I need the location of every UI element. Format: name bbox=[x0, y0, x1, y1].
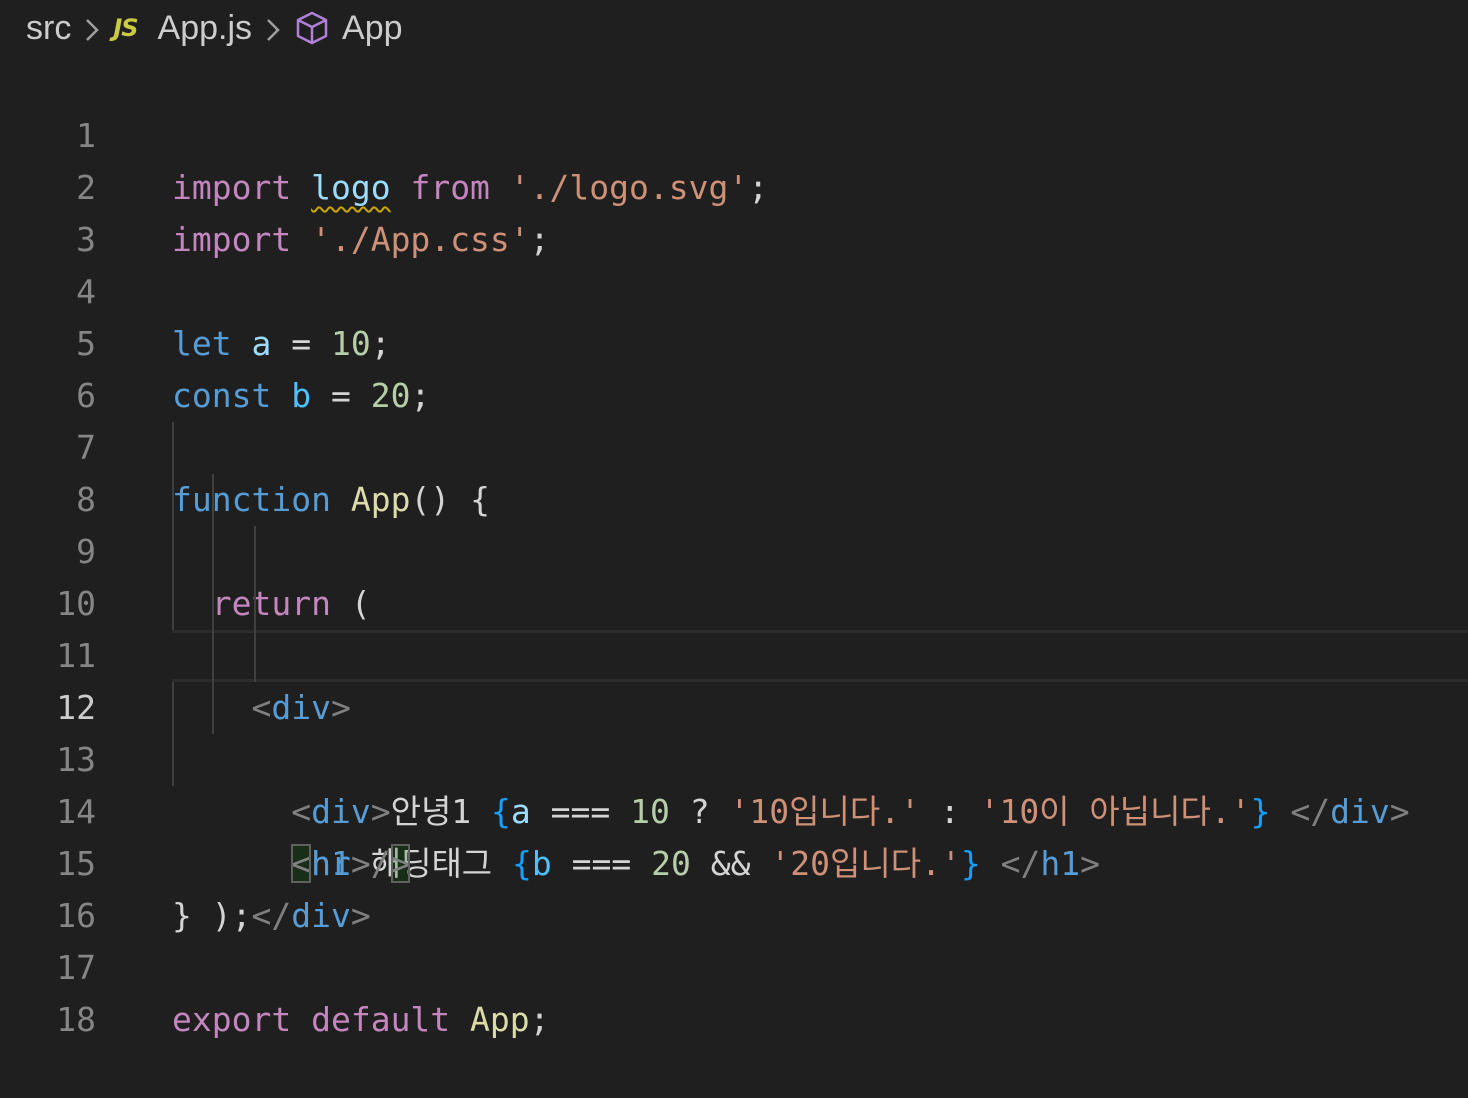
code-line[interactable]: 15 } bbox=[0, 786, 1468, 935]
token-punctuation: ; bbox=[529, 1000, 550, 1039]
indent-guide bbox=[212, 526, 214, 578]
code-editor[interactable]: 1 import logo from './logo.svg'; 2 impor… bbox=[0, 58, 1468, 1039]
indent-guide bbox=[254, 630, 256, 682]
chevron-right-icon bbox=[258, 9, 288, 48]
code-line[interactable]: 14 ); bbox=[0, 734, 1468, 935]
code-line[interactable]: 13 </div> bbox=[0, 682, 1468, 935]
breadcrumb-file[interactable]: JS App.js bbox=[113, 9, 252, 48]
token-function: App bbox=[470, 1000, 530, 1039]
code-line[interactable]: 10 <div>안녕1 {a === 10 ? '10입니다.' : '10이 … bbox=[0, 526, 1468, 831]
code-line[interactable]: 7 function App() { bbox=[0, 370, 1468, 519]
code-line-current[interactable]: 12 <hr /> bbox=[0, 630, 1468, 883]
code-line[interactable]: 6 bbox=[0, 318, 1468, 415]
indent-guide bbox=[172, 474, 174, 526]
indent-guide bbox=[172, 578, 174, 630]
breadcrumb-symbol-label: App bbox=[342, 8, 403, 47]
indent-guide bbox=[254, 526, 256, 578]
indent-guide bbox=[212, 474, 214, 526]
indent-guide bbox=[172, 734, 174, 786]
line-content: export default App; bbox=[172, 994, 550, 1046]
indent-guide bbox=[172, 682, 174, 734]
indent-guide bbox=[212, 682, 214, 734]
indent-guide bbox=[254, 578, 256, 630]
chevron-right-icon bbox=[77, 9, 107, 48]
indent-guide bbox=[172, 526, 174, 578]
token-keyword: export bbox=[172, 1000, 292, 1039]
code-line[interactable]: 8 return ( bbox=[0, 422, 1468, 623]
code-line[interactable]: 9 <div> bbox=[0, 474, 1468, 727]
code-line[interactable]: 18 bbox=[0, 942, 1468, 1039]
breadcrumb-folder[interactable]: src bbox=[26, 9, 71, 48]
code-line[interactable]: 2 import './App.css'; bbox=[0, 110, 1468, 259]
breadcrumb: src JS App.js App bbox=[0, 0, 1468, 56]
indent-guide bbox=[212, 630, 214, 682]
symbol-method-cube-icon bbox=[294, 10, 330, 46]
javascript-file-icon: JS bbox=[113, 14, 138, 42]
token-keyword: default bbox=[311, 1000, 451, 1039]
code-line[interactable]: 5 const b = 20; bbox=[0, 266, 1468, 415]
code-line[interactable]: 1 import logo from './logo.svg'; bbox=[0, 58, 1468, 207]
breadcrumb-file-label: App.js bbox=[157, 8, 253, 47]
code-line[interactable]: 17 export default App; bbox=[0, 890, 1468, 1039]
code-line[interactable]: 11 <h1>해딩태그 {b === 20 && '20입니다.'} </h1> bbox=[0, 578, 1468, 883]
indent-guide bbox=[212, 578, 214, 630]
breadcrumb-symbol[interactable]: App bbox=[294, 9, 403, 48]
line-number: 18 bbox=[56, 1000, 96, 1039]
indent-guide bbox=[172, 422, 174, 474]
code-line[interactable]: 16 bbox=[0, 838, 1468, 935]
code-line[interactable]: 4 let a = 10; bbox=[0, 214, 1468, 363]
breadcrumb-folder-label: src bbox=[26, 8, 72, 47]
code-line[interactable]: 3 bbox=[0, 162, 1468, 259]
